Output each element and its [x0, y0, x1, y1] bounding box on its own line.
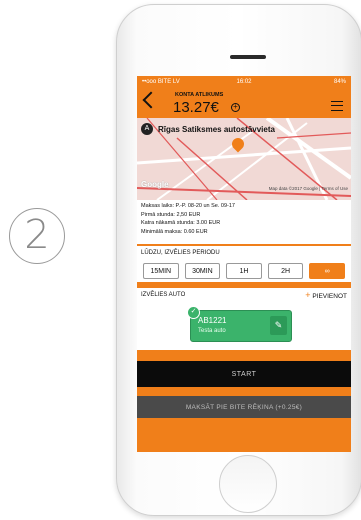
- period-option-30min[interactable]: 30MIN: [184, 263, 221, 279]
- phone-speaker: [230, 55, 266, 59]
- period-option-unlimited[interactable]: ∞: [309, 263, 345, 279]
- period-heading-label: LŪDZU, IZVĒLIES PERIODU: [141, 250, 220, 256]
- add-funds-icon[interactable]: +: [231, 103, 240, 112]
- car-heading-label: IZVĒLIES AUTO: [141, 292, 186, 298]
- balance-value: 13.27€: [173, 99, 219, 116]
- home-button[interactable]: [219, 455, 277, 513]
- pay-bite-button[interactable]: MAKSĀT PIE BITE RĒĶINA (+0.25€): [137, 396, 351, 418]
- carrier-label: ••ooo BITE LV: [142, 79, 180, 85]
- plus-icon: +: [305, 290, 311, 300]
- period-selector: 15MIN 30MIN 1H 2H ∞: [137, 260, 351, 282]
- battery-label: 84%: [333, 79, 346, 85]
- app-screen: ••ooo BITE LV 16:02 84% KONTA ATLIKUMS 1…: [137, 76, 351, 452]
- location-header: A Rīgas Satiksmes autostāvvieta: [141, 122, 347, 136]
- edit-pencil-icon[interactable]: ✎: [270, 316, 287, 335]
- google-logo: Google: [141, 180, 169, 189]
- pricing-line: Maksas laiks: P.-P. 08-20 un Se. 09-17: [141, 203, 235, 209]
- car-plate: AB1221: [198, 316, 227, 325]
- app-header: KONTA ATLIKUMS 13.27€ +: [137, 88, 351, 118]
- period-heading: LŪDZU, IZVĒLIES PERIODU: [137, 246, 351, 260]
- back-icon[interactable]: [142, 91, 160, 109]
- period-option-2h[interactable]: 2H: [267, 263, 304, 279]
- car-heading: IZVĒLIES AUTO + PIEVIENOT: [137, 288, 351, 302]
- car-card[interactable]: AB1221 Testa auto ✎: [190, 310, 292, 342]
- account-label: KONTA ATLIKUMS: [175, 92, 224, 98]
- pricing-line: Pirmā stunda: 2,50 EUR: [141, 211, 201, 218]
- location-badge: A: [141, 123, 153, 135]
- pricing-line: Minimālā maksa: 0.60 EUR: [141, 228, 208, 235]
- map-attribution[interactable]: Map data ©2017 Google | Terms of Use: [269, 186, 348, 191]
- status-bar: ••ooo BITE LV 16:02 84%: [137, 76, 351, 88]
- location-map[interactable]: A Rīgas Satiksmes autostāvvieta Google M…: [137, 118, 351, 200]
- period-option-15min[interactable]: 15MIN: [143, 263, 179, 279]
- pricing-line: Katra nākamā stunda: 3.00 EUR: [141, 220, 221, 226]
- pricing-info: Maksas laiks: P.-P. 08-20 un Se. 09-17 P…: [137, 200, 351, 244]
- menu-icon[interactable]: [331, 101, 343, 111]
- start-button[interactable]: START: [137, 361, 351, 387]
- step-number: 2: [9, 208, 65, 264]
- clock: 16:02: [236, 79, 252, 85]
- selected-check-icon: ✓: [187, 306, 200, 319]
- car-list: AB1221 Testa auto ✎ ✓: [137, 302, 351, 350]
- period-option-1h[interactable]: 1H: [226, 263, 262, 279]
- car-description: Testa auto: [198, 328, 226, 334]
- add-car-label: PIEVIENOT: [312, 293, 347, 300]
- location-name: Rīgas Satiksmes autostāvvieta: [158, 124, 275, 134]
- add-car-button[interactable]: + PIEVIENOT: [305, 290, 347, 300]
